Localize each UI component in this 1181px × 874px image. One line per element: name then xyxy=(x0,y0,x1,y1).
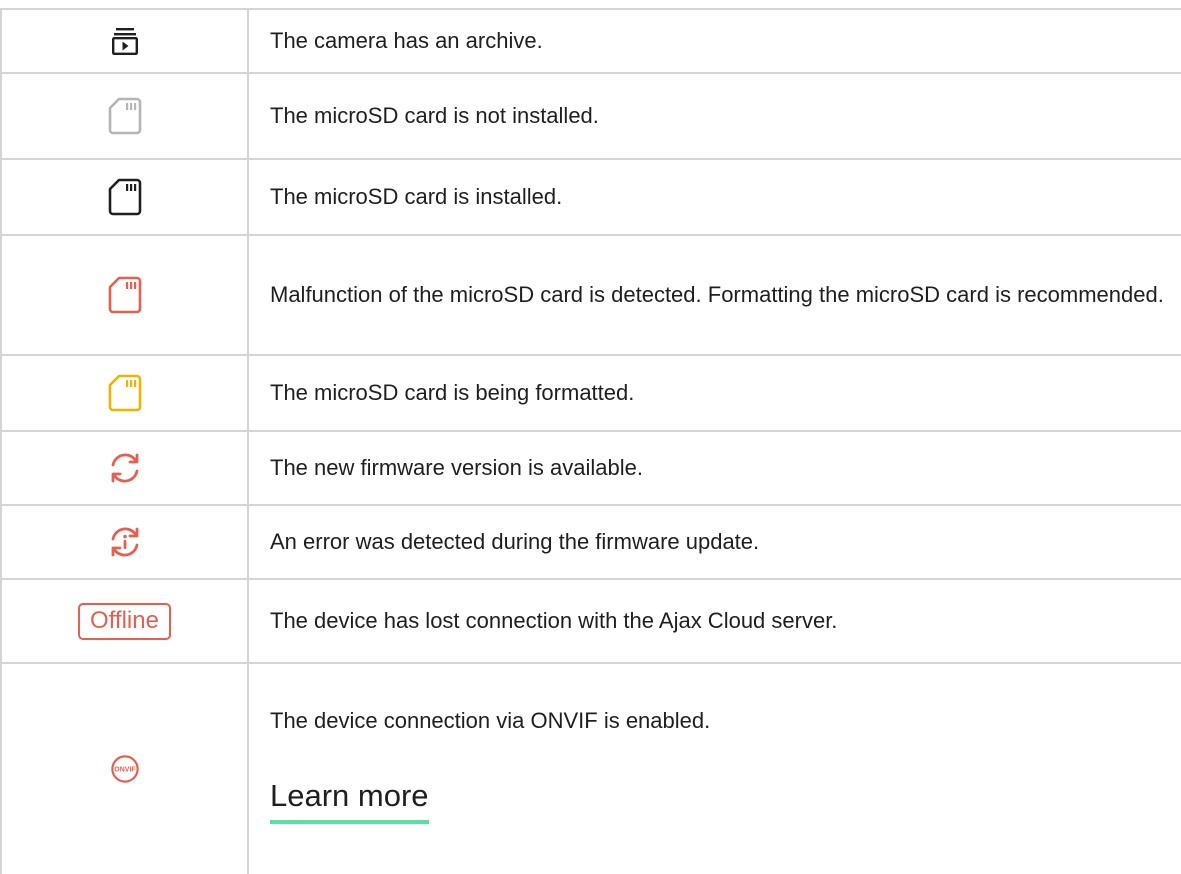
icon-cell xyxy=(2,506,247,578)
icon-cell: ONVIF xyxy=(2,664,247,874)
description-text: The microSD card is installed. xyxy=(270,184,563,209)
table-row: Offline The device has lost connection w… xyxy=(0,580,1181,664)
table-row: The microSD card is installed. xyxy=(0,160,1181,236)
description-text: The device has lost connection with the … xyxy=(270,608,838,633)
icon-cell xyxy=(2,432,247,504)
description-text: An error was detected during the firmwar… xyxy=(270,529,760,554)
table-row: An error was detected during the firmwar… xyxy=(0,506,1181,580)
microsd-card-icon xyxy=(108,276,141,314)
table-row: The camera has an archive. xyxy=(0,10,1181,74)
icon-cell xyxy=(2,160,247,234)
microsd-card-icon xyxy=(108,178,141,216)
icon-cell xyxy=(2,356,247,430)
icon-cell xyxy=(2,10,247,72)
description-text: The microSD card is being formatted. xyxy=(270,380,635,405)
offline-badge: Offline xyxy=(78,602,171,640)
description-text: The camera has an archive. xyxy=(270,28,543,53)
refresh-icon xyxy=(111,453,138,483)
table-row: The new firmware version is available. xyxy=(0,432,1181,506)
icon-cell: Offline xyxy=(2,580,247,662)
description-text: The new firmware version is available. xyxy=(270,455,643,480)
icon-cell xyxy=(2,74,247,158)
onvif-icon-label: ONVIF xyxy=(114,767,136,774)
description-text: Malfunction of the microSD card is detec… xyxy=(270,282,1164,307)
microsd-card-icon xyxy=(108,374,141,412)
table-row: Malfunction of the microSD card is detec… xyxy=(0,236,1181,356)
learn-more-link[interactable]: Learn more xyxy=(270,774,429,824)
onvif-icon: ONVIF xyxy=(110,755,139,783)
table-row: The microSD card is being formatted. xyxy=(0,356,1181,432)
status-icons-table: The camera has an archive. The microSD c… xyxy=(0,0,1181,874)
microsd-card-icon xyxy=(108,97,141,135)
description-text: The microSD card is not installed. xyxy=(270,103,599,128)
table-row: The microSD card is not installed. xyxy=(0,74,1181,160)
archive-icon xyxy=(111,28,138,56)
description-text: The device connection via ONVIF is enabl… xyxy=(270,708,711,733)
icon-cell xyxy=(2,236,247,354)
refresh-error-icon xyxy=(111,527,138,557)
table-row: ONVIF The device connection via ONVIF is… xyxy=(0,664,1181,874)
